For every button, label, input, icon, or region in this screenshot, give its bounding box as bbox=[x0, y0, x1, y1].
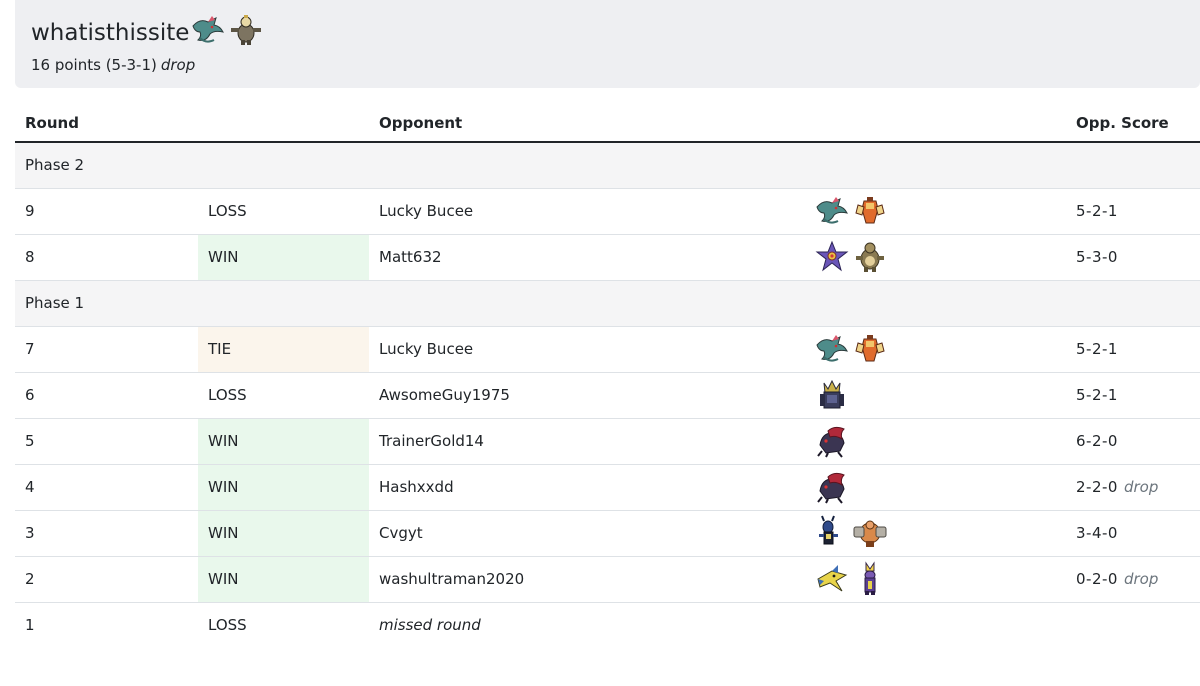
opponent-name[interactable]: AwsomeGuy1975 bbox=[369, 371, 804, 418]
round-column-header: Round bbox=[15, 104, 198, 143]
result-column-header bbox=[198, 104, 369, 143]
dragapult-icon bbox=[814, 193, 850, 229]
opponent-name[interactable]: Matt632 bbox=[369, 233, 804, 280]
table-header-row: Round Opponent Opp. Score bbox=[15, 104, 1200, 143]
opponent-name[interactable]: washultraman2020 bbox=[369, 555, 804, 602]
conkeldurr-icon bbox=[852, 515, 888, 551]
kangaskhan-icon bbox=[852, 239, 888, 275]
round-number: 3 bbox=[15, 509, 198, 556]
result-cell: WIN bbox=[198, 463, 369, 510]
opponent-team bbox=[804, 325, 1066, 372]
round-number: 5 bbox=[15, 417, 198, 464]
zoroark-icon bbox=[814, 423, 850, 459]
round-number: 2 bbox=[15, 555, 198, 602]
armarouge-icon bbox=[852, 331, 888, 367]
opp-score-column-header: Opp. Score bbox=[1066, 104, 1200, 143]
zoroark-icon bbox=[814, 469, 850, 505]
opponent-name[interactable]: TrainerGold14 bbox=[369, 417, 804, 464]
result-cell: WIN bbox=[198, 417, 369, 464]
opponent-column-header: Opponent bbox=[369, 104, 804, 143]
opp-score-cell: 5-3-0 bbox=[1066, 233, 1200, 280]
opp-score: 0-2-0 bbox=[1076, 570, 1118, 588]
result-cell: WIN bbox=[198, 509, 369, 556]
player-name: whatisthissite bbox=[31, 20, 190, 46]
opponent-team bbox=[804, 509, 1066, 556]
opp-score-cell: 3-4-0 bbox=[1066, 509, 1200, 556]
table-row: 6 LOSS AwsomeGuy1975 5-2-1 bbox=[15, 371, 1200, 418]
player-record: 16 points (5-3-1) drop bbox=[31, 54, 195, 76]
phase-row: Phase 1 bbox=[15, 279, 1200, 326]
result-cell: LOSS bbox=[198, 187, 369, 234]
table-row: 3 WIN Cvgyt 3-4-0 bbox=[15, 509, 1200, 556]
starmie-icon bbox=[814, 239, 850, 275]
player-drop-label: drop bbox=[160, 56, 196, 74]
results-body: Phase 2 9 LOSS Lucky Bucee 5-2-1 8 WIN Matt632 5… bbox=[15, 142, 1200, 648]
result-cell: WIN bbox=[198, 233, 369, 280]
result-cell: WIN bbox=[198, 555, 369, 602]
opp-score-cell: 2-2-0 drop bbox=[1066, 463, 1200, 510]
phase-row: Phase 2 bbox=[15, 142, 1200, 188]
result-cell: LOSS bbox=[198, 371, 369, 418]
tinkaton-like-icon bbox=[228, 12, 264, 48]
opp-score-cell: 0-2-0 drop bbox=[1066, 555, 1200, 602]
opp-score-cell: 5-2-1 bbox=[1066, 187, 1200, 234]
opp-drop-label: drop bbox=[1123, 478, 1159, 496]
opponent-team bbox=[804, 187, 1066, 234]
round-number: 6 bbox=[15, 371, 198, 418]
opp-score: 5-2-1 bbox=[1076, 386, 1118, 404]
round-number: 4 bbox=[15, 463, 198, 510]
player-team bbox=[190, 12, 264, 48]
opp-score: 3-4-0 bbox=[1076, 524, 1118, 542]
opponent-team bbox=[804, 233, 1066, 280]
kilowattrel-icon bbox=[814, 561, 850, 597]
armarouge-icon bbox=[852, 193, 888, 229]
player-points-record: 16 points (5-3-1) bbox=[31, 56, 157, 74]
opp-score: 2-2-0 bbox=[1076, 478, 1118, 496]
team-column-header bbox=[804, 104, 1066, 143]
opp-score: 5-2-1 bbox=[1076, 340, 1118, 358]
opponent-name[interactable]: Lucky Bucee bbox=[369, 325, 804, 372]
round-number: 9 bbox=[15, 187, 198, 234]
missed-round-label: missed round bbox=[369, 601, 804, 648]
opp-score-cell: 5-2-1 bbox=[1066, 371, 1200, 418]
dragapult-icon bbox=[814, 331, 850, 367]
table-row: 4 WIN Hashxxdd 2-2-0 drop bbox=[15, 463, 1200, 510]
opp-score: 6-2-0 bbox=[1076, 432, 1118, 450]
dragapult-icon bbox=[190, 12, 226, 48]
result-cell: TIE bbox=[198, 325, 369, 372]
table-row: 9 LOSS Lucky Bucee 5-2-1 bbox=[15, 187, 1200, 234]
opponent-name[interactable]: Hashxxdd bbox=[369, 463, 804, 510]
table-row: 2 WIN washultraman2020 0-2-0 drop bbox=[15, 555, 1200, 602]
table-row: 8 WIN Matt632 5-3-0 bbox=[15, 233, 1200, 280]
table-row: 1 LOSS missed round bbox=[15, 601, 1200, 648]
toxtricity-icon bbox=[852, 561, 888, 597]
opp-score: 5-3-0 bbox=[1076, 248, 1118, 266]
opponent-name[interactable]: Cvgyt bbox=[369, 509, 804, 556]
opponent-team bbox=[804, 371, 1066, 418]
round-results-table: Round Opponent Opp. Score Phase 2 9 LOSS Lu… bbox=[15, 104, 1200, 648]
opponent-team bbox=[804, 463, 1066, 510]
opponent-team bbox=[804, 555, 1066, 602]
phase-label: Phase 1 bbox=[15, 279, 1200, 326]
player-header-card: whatisthissite 16 points (5-3-1) drop bbox=[15, 0, 1200, 88]
opponent-team bbox=[804, 601, 1066, 648]
round-number: 7 bbox=[15, 325, 198, 372]
table-row: 7 TIE Lucky Bucee 5-2-1 bbox=[15, 325, 1200, 372]
opponent-name[interactable]: Lucky Bucee bbox=[369, 187, 804, 234]
opp-score-cell: 6-2-0 bbox=[1066, 417, 1200, 464]
opp-score: 5-2-1 bbox=[1076, 202, 1118, 220]
round-number: 1 bbox=[15, 601, 198, 648]
opp-score-cell bbox=[1066, 601, 1200, 648]
phase-label: Phase 2 bbox=[15, 142, 1200, 188]
lucario-icon bbox=[814, 515, 850, 551]
opp-score-cell: 5-2-1 bbox=[1066, 325, 1200, 372]
table-row: 5 WIN TrainerGold14 6-2-0 bbox=[15, 417, 1200, 464]
opponent-team bbox=[804, 417, 1066, 464]
round-number: 8 bbox=[15, 233, 198, 280]
kingambit-icon bbox=[814, 377, 850, 413]
opp-drop-label: drop bbox=[1123, 570, 1159, 588]
result-cell: LOSS bbox=[198, 601, 369, 648]
